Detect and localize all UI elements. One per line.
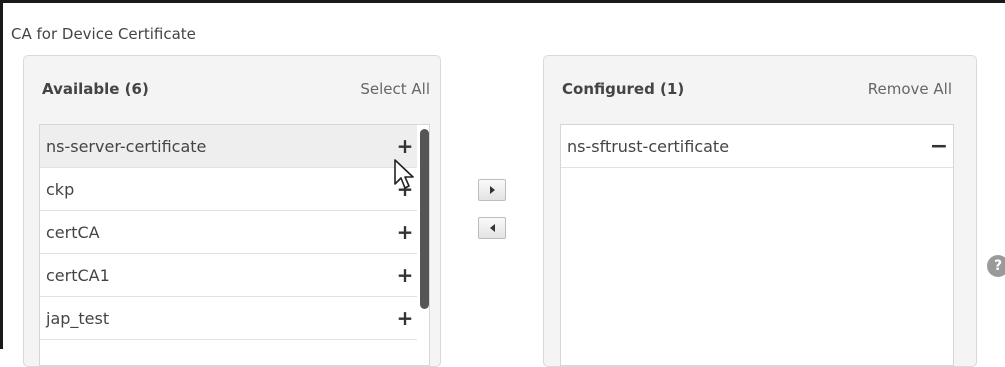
list-item-label: ckp: [46, 180, 75, 199]
list-item-label: certCA1: [46, 266, 110, 285]
list-item[interactable]: jap_test +: [40, 297, 417, 340]
triangle-right-icon: [490, 186, 495, 194]
list-item-label: jap_test: [46, 309, 110, 328]
configured-title: Configured (1): [562, 80, 685, 98]
scrollbar[interactable]: [419, 125, 429, 365]
add-button[interactable]: +: [395, 125, 415, 168]
list-item[interactable]: certCA +: [40, 211, 417, 254]
triangle-left-icon: [490, 224, 495, 232]
list-item-label: certCA: [46, 223, 100, 242]
available-list[interactable]: ns-server-certificate + ckp + certCA + c…: [39, 124, 430, 366]
available-title: Available (6): [42, 80, 149, 98]
remove-button[interactable]: −: [929, 125, 949, 168]
available-panel: Available (6) Select All ns-server-certi…: [23, 55, 441, 367]
question-circle-icon[interactable]: ?: [987, 255, 1005, 277]
list-item[interactable]: ns-sftrust-certificate −: [561, 125, 953, 168]
app-frame: CA for Device Certificate Available (6) …: [0, 0, 1005, 367]
list-item[interactable]: certCA1 +: [40, 254, 417, 297]
scrollbar-thumb[interactable]: [420, 129, 429, 309]
add-button[interactable]: +: [395, 168, 415, 211]
configured-list[interactable]: ns-sftrust-certificate −: [560, 124, 954, 366]
move-left-button[interactable]: [478, 217, 506, 239]
add-button[interactable]: +: [395, 297, 415, 340]
list-item[interactable]: ns-server-certificate +: [40, 125, 417, 168]
remove-all-link[interactable]: Remove All: [868, 80, 952, 98]
select-all-link[interactable]: Select All: [360, 80, 430, 98]
move-right-button[interactable]: [478, 179, 506, 201]
list-item-label: ns-sftrust-certificate: [567, 137, 730, 156]
configured-panel: Configured (1) Remove All ns-sftrust-cer…: [543, 55, 977, 367]
add-button[interactable]: +: [395, 254, 415, 297]
section-title: CA for Device Certificate: [11, 25, 196, 43]
list-item[interactable]: ckp +: [40, 168, 417, 211]
list-item-label: ns-server-certificate: [46, 137, 207, 156]
add-button[interactable]: +: [395, 211, 415, 254]
